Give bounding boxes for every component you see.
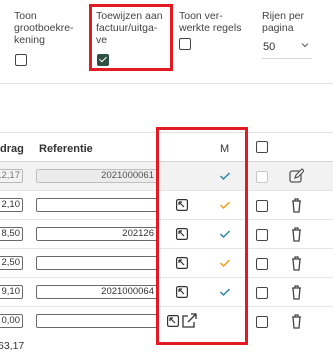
total-amount: 63,17	[0, 340, 25, 352]
reference-field[interactable]	[36, 198, 158, 212]
option-rows-per-page: Rijen per pagina	[262, 10, 326, 34]
amount-field[interactable]: 2,50	[0, 256, 23, 270]
amount-field: 12,17	[0, 169, 23, 183]
row-checkbox[interactable]	[256, 229, 268, 241]
trash-icon[interactable]	[289, 226, 304, 242]
rows-per-page-label: Rijen per pagina	[262, 10, 305, 34]
amount-field[interactable]: 2,10	[0, 198, 23, 212]
edit-icon[interactable]	[289, 168, 304, 184]
amount-field[interactable]: 8,50	[0, 227, 23, 241]
option-show-processed-label: Toon ver-werkte regels	[179, 10, 242, 34]
row-checkbox[interactable]	[256, 316, 268, 328]
trash-icon[interactable]	[289, 313, 304, 329]
row-checkbox[interactable]	[256, 287, 268, 299]
trash-icon[interactable]	[289, 284, 304, 300]
select-all-checkbox[interactable]	[256, 141, 268, 153]
column-header-amount: drag	[0, 143, 24, 155]
reference-field[interactable]	[36, 256, 158, 270]
show-ledger-checkbox[interactable]	[15, 54, 27, 66]
amount-field[interactable]: 0,00	[0, 314, 23, 328]
chevron-down-icon	[301, 43, 309, 48]
row-checkbox[interactable]	[256, 258, 268, 270]
option-show-ledger: Toon grootboekre-kening	[14, 10, 86, 66]
show-processed-checkbox[interactable]	[179, 38, 191, 50]
column-header-reference: Referentie	[39, 143, 93, 155]
trash-icon[interactable]	[289, 197, 304, 213]
rows-per-page-select[interactable]: 50	[262, 38, 312, 59]
reference-field[interactable]: 202126	[36, 227, 158, 241]
row-checkbox[interactable]	[256, 200, 268, 212]
reference-field[interactable]: 2021000064	[36, 285, 158, 299]
row-checkbox[interactable]	[256, 171, 268, 183]
divider	[0, 83, 333, 84]
rows-per-page-value: 50	[263, 41, 276, 53]
amount-field[interactable]: 9,10	[0, 285, 23, 299]
trash-icon[interactable]	[289, 255, 304, 271]
highlight-box-match	[156, 127, 248, 345]
option-show-ledger-label: Toon grootboekre-kening	[14, 10, 74, 46]
highlight-box-assign	[89, 4, 173, 71]
reference-field[interactable]	[36, 314, 158, 328]
option-show-processed: Toon ver-werkte regels	[179, 10, 255, 50]
reference-field: 2021000061	[36, 169, 158, 183]
